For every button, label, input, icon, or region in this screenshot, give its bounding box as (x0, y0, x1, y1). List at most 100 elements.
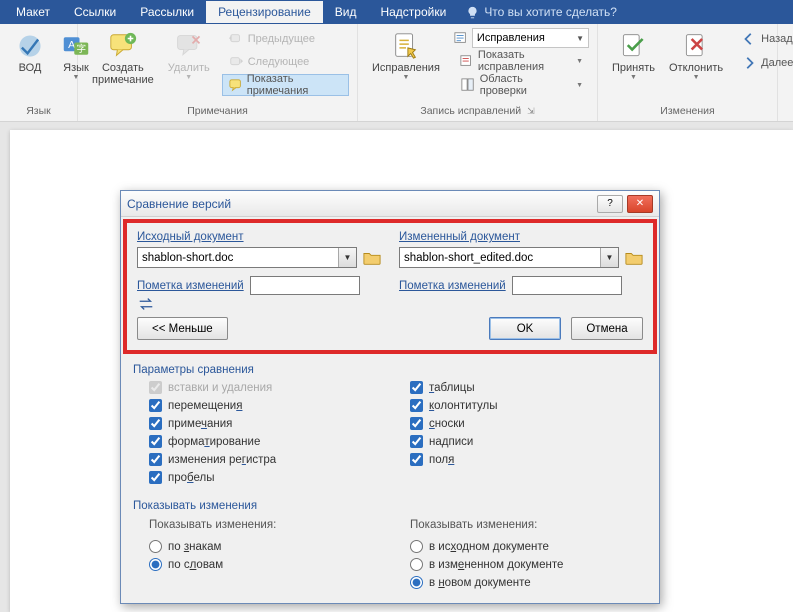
radio-in-new[interactable]: в новом документе (410, 576, 631, 589)
dialog-launcher-icon[interactable]: ⇲ (527, 106, 535, 117)
chk-whitespace[interactable]: пробелы (149, 471, 370, 484)
source-doc-combo[interactable]: ▼ (137, 247, 357, 268)
next-change-label: Далее (761, 57, 793, 69)
language-group-label: Язык (8, 103, 69, 119)
reject-label: Отклонить (669, 62, 723, 74)
next-comment-button[interactable]: Следующее (222, 51, 349, 73)
tab-review[interactable]: Рецензирование (206, 1, 323, 23)
source-doc-input[interactable] (138, 248, 338, 267)
dropdown-arrow-icon: ▼ (576, 34, 584, 43)
source-doc-label: Исходный документ (137, 231, 381, 243)
chk-moves[interactable]: перемещения (149, 399, 370, 412)
chk-tables[interactable]: таблицы (410, 381, 631, 394)
chk-formatting[interactable]: форматирование (149, 435, 370, 448)
close-icon: ✕ (636, 198, 644, 209)
chk-headers[interactable]: колонтитулы (410, 399, 631, 412)
help-button[interactable]: ? (597, 195, 623, 213)
ok-button[interactable]: OK (489, 317, 561, 340)
prev-comment-button[interactable]: Предыдущее (222, 28, 349, 50)
display-review-value: Исправления (477, 32, 545, 44)
delete-comment-button[interactable]: Удалить ▼ (162, 28, 216, 83)
review-pane-button[interactable]: Область проверки ▼ (454, 74, 589, 96)
comment-delete-icon (173, 30, 205, 62)
combo-arrow-icon[interactable]: ▼ (338, 248, 356, 267)
prev-icon (228, 31, 244, 47)
radio-in-source[interactable]: в исходном документе (410, 540, 631, 553)
vod-button[interactable]: ВОД (8, 28, 52, 83)
tracking-group-label: Запись исправлений ⇲ (366, 103, 589, 119)
accept-label: Принять (612, 62, 655, 74)
chk-footnotes[interactable]: сноски (410, 417, 631, 430)
radio-by-char[interactable]: по знакам (149, 540, 370, 553)
chk-inserts: вставки и удаления (149, 381, 370, 394)
review-pane-label: Область проверки (480, 73, 572, 97)
comment-add-icon (107, 30, 139, 62)
show-changes-sublabel-right: Показывать изменения: (410, 519, 631, 531)
prev-change-button[interactable]: Назад (735, 28, 793, 50)
back-arrow-icon (741, 31, 757, 47)
markup-icon (454, 31, 470, 45)
swap-button[interactable] (137, 295, 643, 317)
show-comments-label: Показать примечания (247, 73, 342, 97)
vod-label: ВОД (19, 62, 42, 74)
next-label: Следующее (248, 56, 310, 68)
next-change-button[interactable]: Далее (735, 52, 793, 74)
changed-doc-input[interactable] (400, 248, 600, 267)
changes-group-label: Изменения (606, 103, 769, 119)
track-icon (390, 30, 422, 62)
forward-arrow-icon (741, 55, 757, 71)
track-changes-button[interactable]: Исправления ▼ (366, 28, 446, 83)
ribbon: ВОД A字 Язык ▼ Язык Создать примечание (0, 24, 793, 122)
new-comment-button[interactable]: Создать примечание (86, 28, 160, 88)
changed-mark-label: Пометка изменений (399, 280, 506, 292)
tell-me-search[interactable]: Что вы хотите сделать? (466, 5, 617, 19)
browse-changed-button[interactable] (625, 250, 643, 266)
compare-params-title: Параметры сравнения (133, 364, 659, 376)
show-comments-button[interactable]: Показать примечания (222, 74, 349, 96)
chk-case[interactable]: изменения регистра (149, 453, 370, 466)
less-button[interactable]: << Меньше (137, 317, 228, 340)
close-button[interactable]: ✕ (627, 195, 653, 213)
show-comments-icon (229, 77, 243, 93)
svg-text:A: A (68, 39, 75, 51)
dialog-titlebar[interactable]: Сравнение версий ? ✕ (121, 191, 659, 217)
combo-arrow-icon[interactable]: ▼ (600, 248, 618, 267)
browse-source-button[interactable] (363, 250, 381, 266)
show-markup-icon (460, 53, 474, 69)
chk-textboxes[interactable]: надписи (410, 435, 631, 448)
tab-references[interactable]: Ссылки (62, 1, 128, 23)
tell-me-label: Что вы хотите сделать? (484, 5, 617, 19)
tab-layout[interactable]: Макет (4, 1, 62, 23)
changed-doc-combo[interactable]: ▼ (399, 247, 619, 268)
dialog-title: Сравнение версий (127, 197, 231, 211)
source-mark-label: Пометка изменений (137, 280, 244, 292)
source-mark-input[interactable] (250, 276, 360, 295)
tab-mailings[interactable]: Рассылки (128, 1, 206, 23)
prev-change-label: Назад (761, 33, 793, 45)
comments-group-label: Примечания (86, 103, 349, 119)
show-markup-label: Показать исправления (478, 49, 572, 73)
cancel-button[interactable]: Отмена (571, 317, 643, 340)
chk-comments[interactable]: примечания (149, 417, 370, 430)
tab-addins[interactable]: Надстройки (368, 1, 458, 23)
display-review-combo[interactable]: Исправления ▼ (472, 28, 589, 48)
new-comment-label: Создать примечание (92, 62, 154, 86)
radio-by-word[interactable]: по словам (149, 558, 370, 571)
accept-icon (617, 30, 649, 62)
track-label: Исправления (372, 62, 440, 74)
changed-doc-label: Измененный документ (399, 231, 643, 243)
accept-button[interactable]: Принять ▼ (606, 28, 661, 83)
lightbulb-icon (466, 6, 479, 19)
help-icon: ? (607, 198, 613, 209)
show-markup-button[interactable]: Показать исправления ▼ (454, 50, 589, 72)
show-changes-sublabel-left: Показывать изменения: (149, 519, 370, 531)
show-changes-title: Показывать изменения (133, 500, 659, 512)
vod-icon (14, 30, 46, 62)
changed-mark-input[interactable] (512, 276, 622, 295)
review-pane-icon (460, 77, 476, 93)
reject-icon (680, 30, 712, 62)
radio-in-changed[interactable]: в измененном документе (410, 558, 631, 571)
chk-fields[interactable]: поля (410, 453, 631, 466)
reject-button[interactable]: Отклонить ▼ (663, 28, 729, 83)
tab-view[interactable]: Вид (323, 1, 369, 23)
